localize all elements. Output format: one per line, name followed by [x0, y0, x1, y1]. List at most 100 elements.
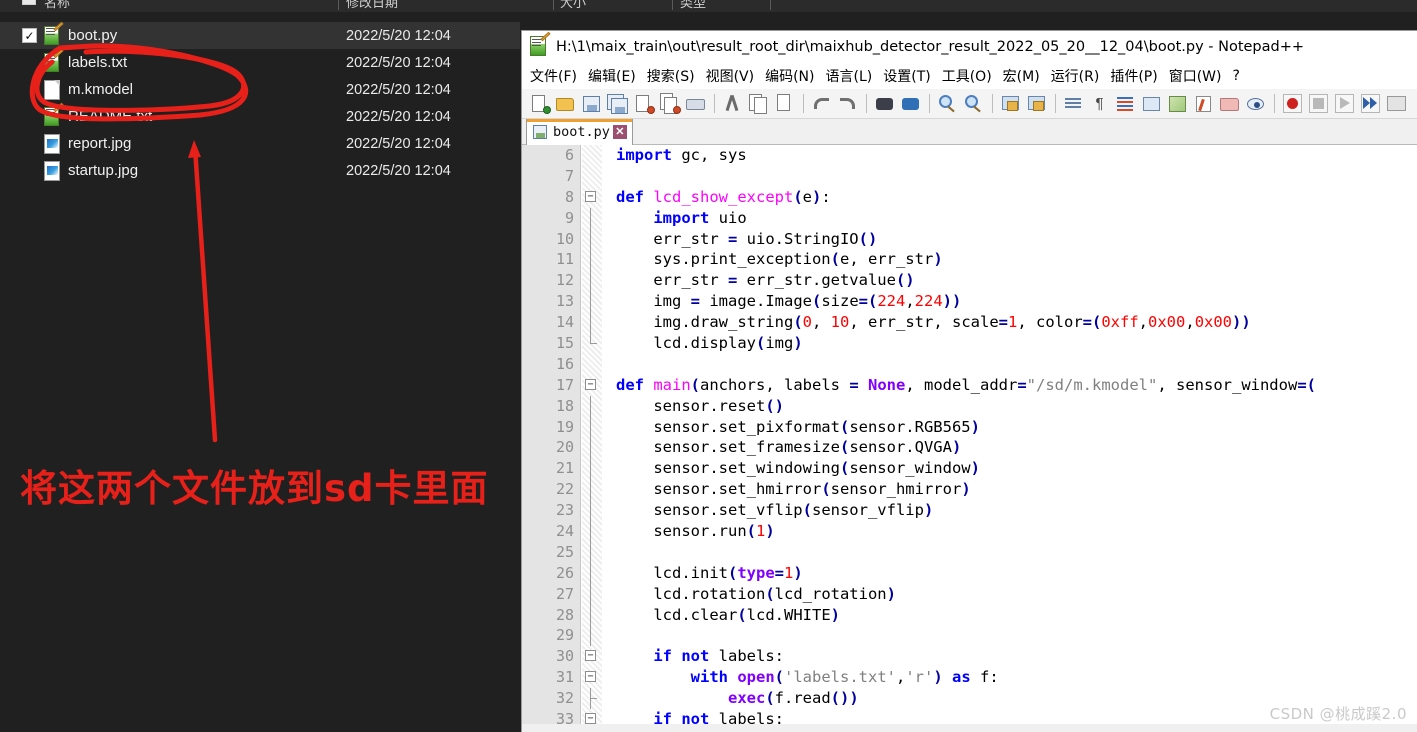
- column-header-type[interactable]: 类型: [680, 0, 706, 11]
- save-all-icon[interactable]: [606, 92, 630, 116]
- replace-icon[interactable]: [899, 92, 923, 116]
- file-row-labels-txt[interactable]: labels.txt 2022/5/20 12:04: [0, 48, 520, 76]
- fold-guide-line: [590, 500, 591, 522]
- file-checkbox[interactable]: ✓: [22, 28, 37, 43]
- fold-toggle-icon[interactable]: −: [585, 378, 596, 390]
- func-list-icon[interactable]: [1192, 92, 1216, 116]
- select-all-checkbox[interactable]: [22, 0, 36, 5]
- file-date: 2022/5/20 12:04: [346, 108, 451, 125]
- menu-item-help[interactable]: ?: [1233, 68, 1240, 84]
- menu-item-settings[interactable]: 设置(T): [883, 66, 930, 86]
- code-line: 11 sys.print_exception(e, err_str): [522, 249, 1417, 271]
- window-title-bar[interactable]: H:\1\maix_train\out\result_root_dir\maix…: [522, 31, 1417, 63]
- text-file-icon: [44, 48, 64, 73]
- run-icon[interactable]: [1385, 92, 1409, 116]
- code-text: if not labels:: [653, 647, 784, 666]
- close-file-icon[interactable]: [632, 92, 656, 116]
- monitor-icon[interactable]: [1244, 92, 1268, 116]
- word-wrap-icon[interactable]: [1062, 92, 1086, 116]
- code-line: 9 import uio: [522, 207, 1417, 229]
- file-row-m-kmodel[interactable]: m.kmodel 2022/5/20 12:04: [0, 76, 520, 103]
- user-defined-lang-icon[interactable]: [1140, 92, 1164, 116]
- close-all-icon[interactable]: [658, 92, 682, 116]
- paste-icon[interactable]: [773, 92, 797, 116]
- show-all-chars-icon[interactable]: ¶: [1088, 92, 1112, 116]
- column-header-date[interactable]: 修改日期: [346, 0, 398, 11]
- menu-item-tools[interactable]: 工具(O): [942, 66, 992, 86]
- redo-icon[interactable]: [836, 92, 860, 116]
- line-number: 27: [555, 584, 574, 603]
- image-file-icon: [44, 160, 62, 181]
- undo-icon[interactable]: [810, 92, 834, 116]
- play-macro-icon[interactable]: [1333, 92, 1357, 116]
- line-number: 20: [555, 438, 574, 457]
- menu-item-file[interactable]: 文件(F): [530, 66, 577, 86]
- close-icon[interactable]: ✕: [612, 125, 627, 139]
- code-line: 17− def main(anchors, labels = None, mode…: [522, 375, 1417, 396]
- code-text: sensor.run(1): [616, 522, 775, 541]
- find-icon[interactable]: [873, 92, 897, 116]
- save-icon[interactable]: [580, 92, 604, 116]
- menu-item-window[interactable]: 窗口(W): [1169, 66, 1222, 86]
- code-content[interactable]: 6 import gc, sys 7 8− def lcd_show_except(e)…: [522, 145, 1417, 724]
- record-macro-icon[interactable]: [1281, 92, 1305, 116]
- sync-h-scroll-icon[interactable]: [1025, 92, 1049, 116]
- column-header-size[interactable]: 大小: [560, 0, 586, 11]
- sync-v-scroll-icon[interactable]: [999, 92, 1023, 116]
- file-name: labels.txt: [68, 54, 128, 71]
- zoom-in-icon[interactable]: [936, 92, 960, 116]
- file-row-boot-py[interactable]: ✓ boot.py 2022/5/20 12:04: [0, 21, 520, 49]
- menu-item-view[interactable]: 视图(V): [706, 66, 755, 86]
- cut-icon[interactable]: [721, 92, 745, 116]
- file-name: report.jpg: [68, 135, 132, 152]
- indent-guide-icon[interactable]: [1114, 92, 1138, 116]
- menu-item-language[interactable]: 语言(L): [826, 66, 873, 86]
- code-line: 8− def lcd_show_except(e):: [522, 187, 1417, 208]
- code-text: lcd.rotation(lcd_rotation): [616, 584, 896, 603]
- file-date: 2022/5/20 12:04: [346, 135, 451, 152]
- code-line: 15 lcd.display(img): [522, 333, 1417, 354]
- menu-item-search[interactable]: 搜索(S): [647, 66, 695, 86]
- code-line: 28 lcd.clear(lcd.WHITE): [522, 604, 1417, 626]
- folder-as-workspace-icon[interactable]: [1218, 92, 1242, 116]
- fold-toggle-icon[interactable]: −: [585, 190, 596, 202]
- code-text: sensor.set_framesize(sensor.QVGA): [616, 438, 962, 457]
- file-row-readme-txt[interactable]: README.txt 2022/5/20 12:04: [0, 102, 520, 130]
- fold-guide-line: [590, 562, 591, 584]
- file-name: README.txt: [68, 108, 153, 125]
- fold-toggle-icon[interactable]: −: [585, 650, 596, 662]
- new-file-icon[interactable]: [528, 92, 552, 116]
- fold-guide-line: [590, 228, 591, 250]
- column-header-row: 名称 修改日期 大小 类型: [0, 0, 1417, 12]
- menu-item-macro[interactable]: 宏(M): [1003, 66, 1040, 86]
- menu-item-plugins[interactable]: 插件(P): [1110, 66, 1157, 86]
- fold-toggle-icon[interactable]: −: [585, 713, 596, 724]
- menu-item-run[interactable]: 运行(R): [1051, 66, 1100, 86]
- copy-icon[interactable]: [747, 92, 771, 116]
- menu-item-encoding[interactable]: 编码(N): [765, 66, 814, 86]
- code-text: img.draw_string(0, 10, err_str, scale=1,…: [616, 313, 1251, 332]
- tab-boot-py[interactable]: boot.py ✕: [526, 119, 633, 145]
- fold-guide-line: [590, 395, 591, 417]
- code-text: sys.print_exception(e, err_str): [616, 250, 943, 269]
- column-header-name[interactable]: 名称: [44, 0, 70, 11]
- zoom-out-icon[interactable]: [962, 92, 986, 116]
- code-editor[interactable]: 6 import gc, sys 7 8− def lcd_show_except(e)…: [522, 145, 1417, 724]
- saved-file-icon: [533, 125, 547, 139]
- red-annotation-text: 将这两个文件放到sd卡里面: [20, 467, 489, 510]
- fold-guide-line: [590, 521, 591, 542]
- run-macro-multiple-icon[interactable]: [1359, 92, 1383, 116]
- code-text: sensor.set_hmirror(sensor_hmirror): [616, 480, 971, 499]
- fold-toggle-icon[interactable]: −: [585, 671, 596, 683]
- open-folder-icon[interactable]: [554, 92, 578, 116]
- line-number: 8: [564, 187, 574, 206]
- code-text: sensor.reset(): [616, 396, 784, 415]
- tab-label: boot.py: [553, 124, 610, 140]
- menu-item-edit[interactable]: 编辑(E): [588, 66, 636, 86]
- file-row-startup-jpg[interactable]: startup.jpg 2022/5/20 12:04: [0, 157, 520, 184]
- file-row-report-jpg[interactable]: report.jpg 2022/5/20 12:04: [0, 130, 520, 157]
- stop-macro-icon[interactable]: [1307, 92, 1331, 116]
- doc-map-icon[interactable]: [1166, 92, 1190, 116]
- print-icon[interactable]: [684, 92, 708, 116]
- code-line: 19 sensor.set_pixformat(sensor.RGB565): [522, 416, 1417, 438]
